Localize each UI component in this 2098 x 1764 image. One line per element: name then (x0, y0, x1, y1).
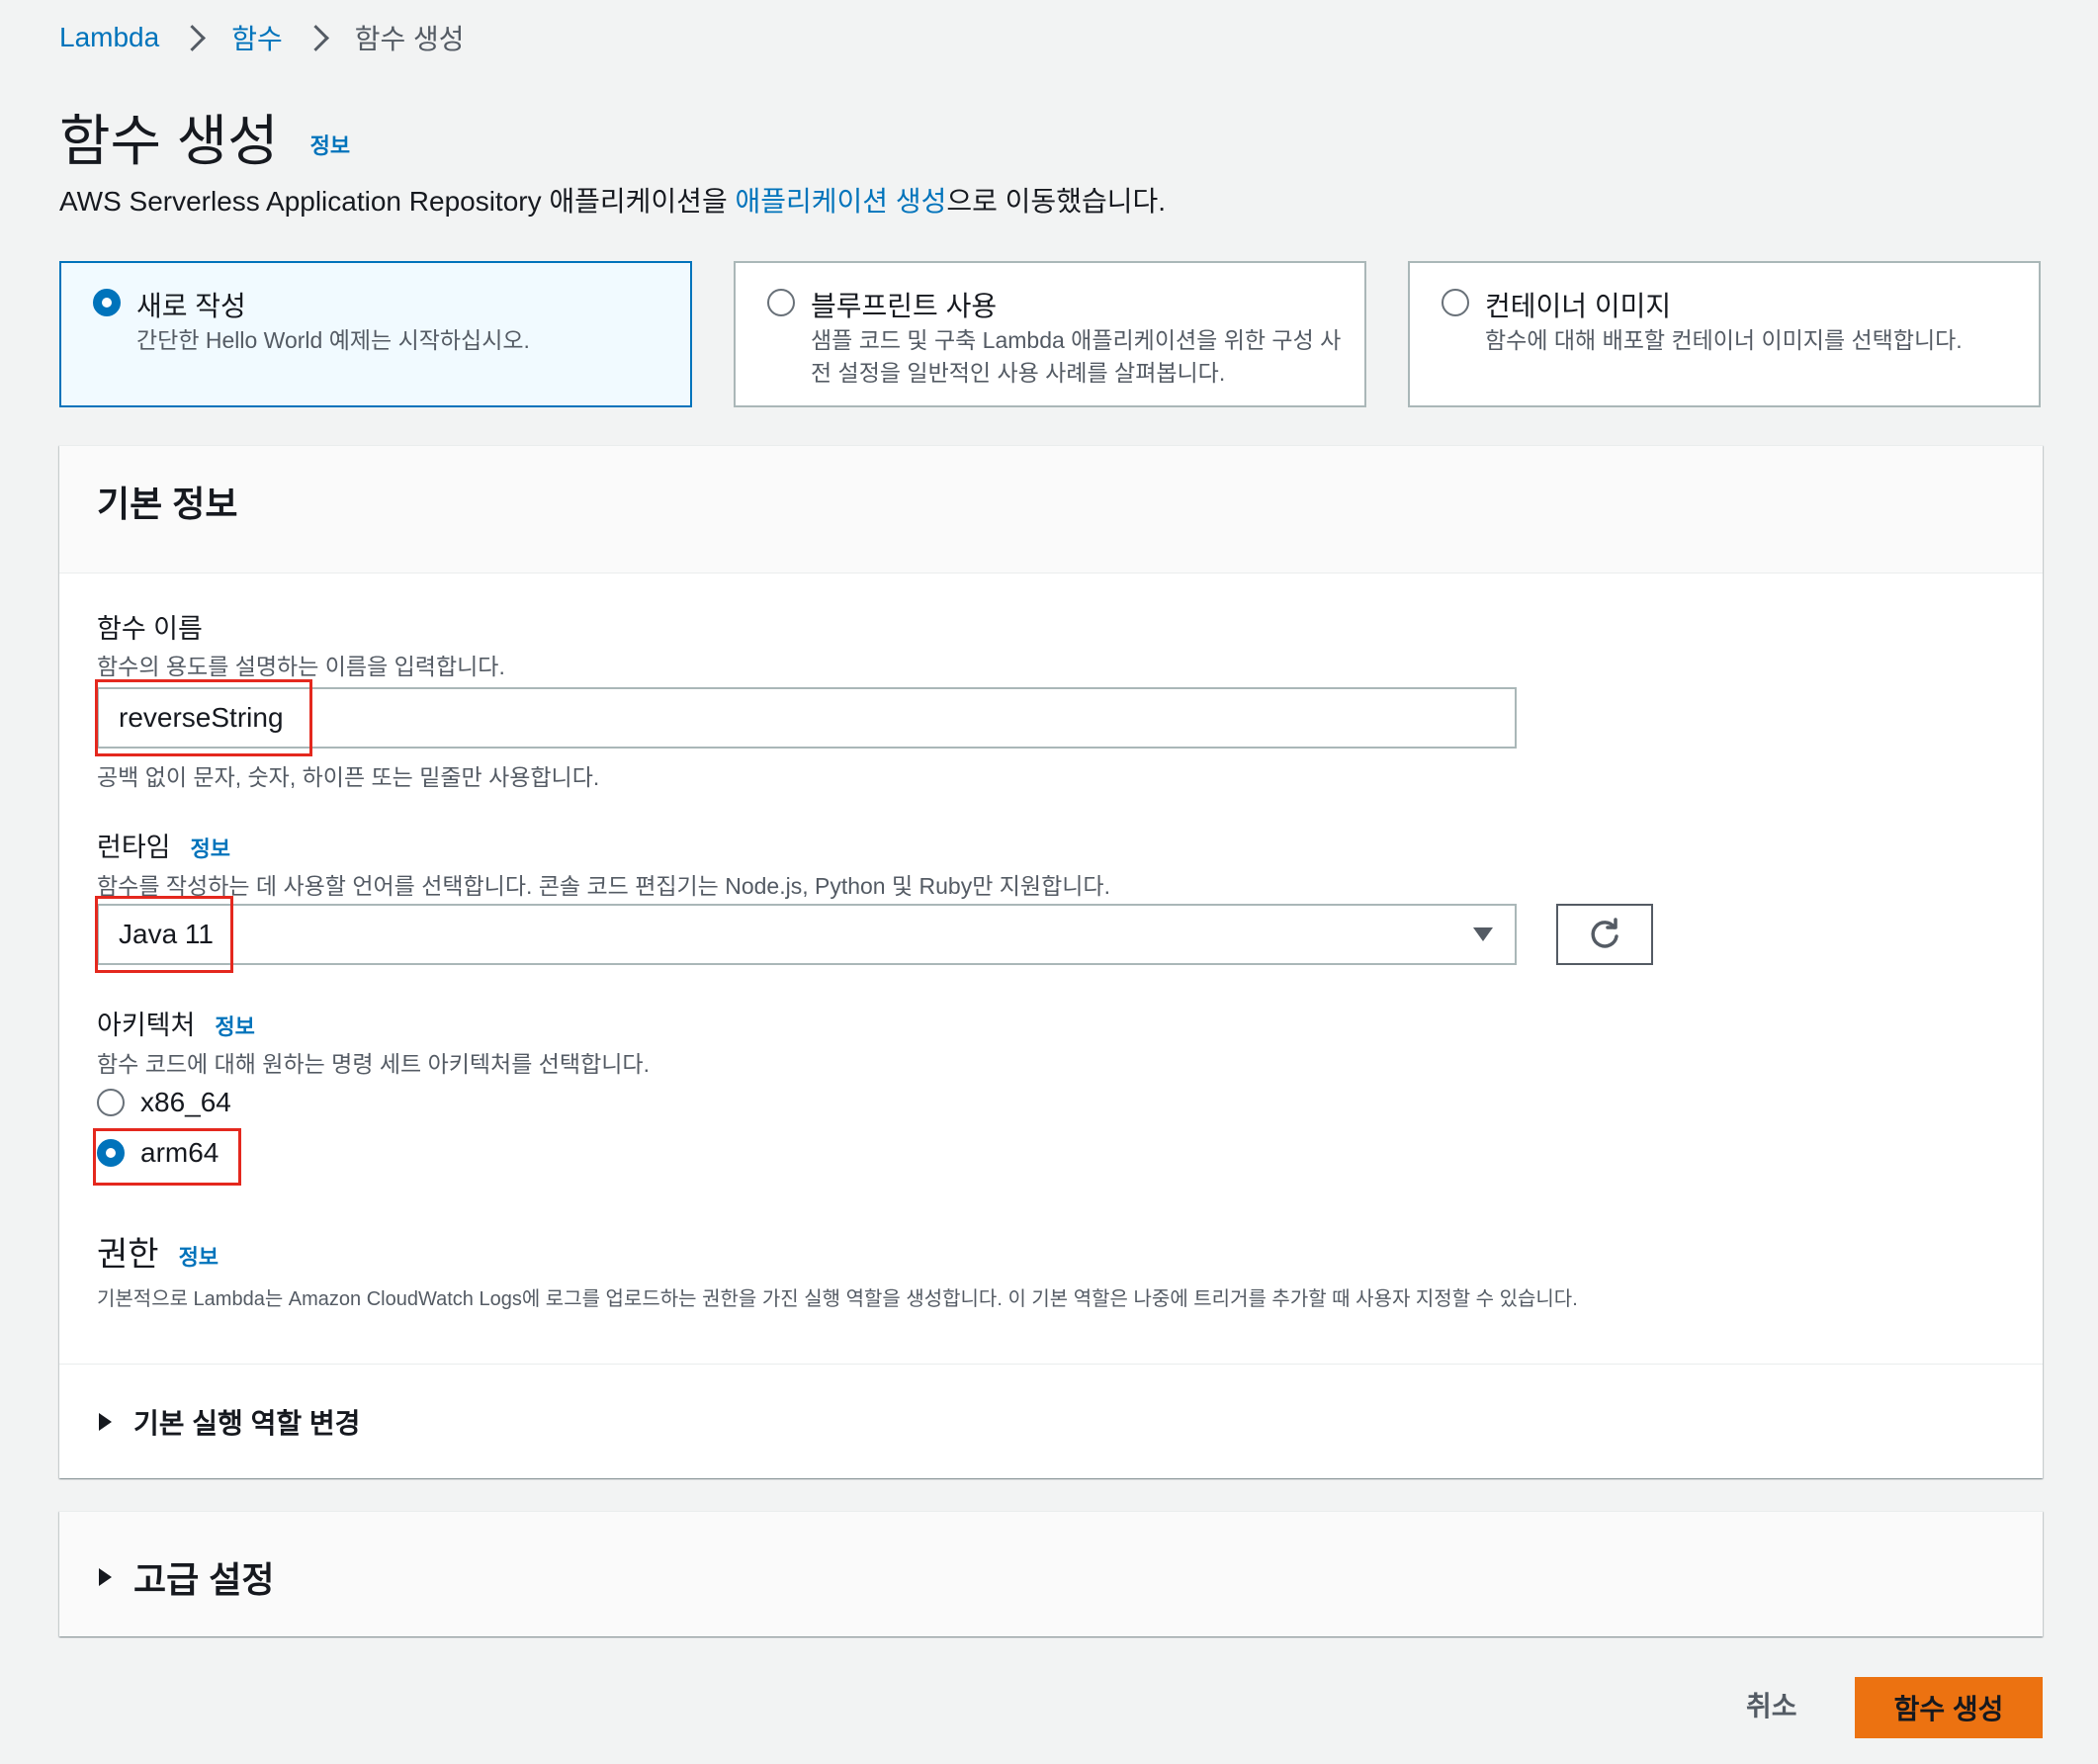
radio-unselected-icon[interactable] (1442, 289, 1469, 316)
option-title: 컨테이너 이미지 (1485, 291, 1672, 321)
advanced-settings-label: 고급 설정 (133, 1559, 275, 1600)
refresh-runtimes-button[interactable] (1556, 904, 1653, 965)
architecture-label: 아키텍처 (97, 1011, 196, 1040)
radio-unselected-icon[interactable] (97, 1089, 125, 1116)
option-description: 함수에 대해 배포할 컨테이너 이미지를 선택합니다. (1485, 327, 1963, 353)
advanced-settings-expander[interactable]: 고급 설정 (99, 1551, 274, 1603)
refresh-icon (1591, 918, 1618, 948)
basic-info-header: 기본 정보 (59, 446, 2043, 573)
create-application-link[interactable]: 애플리케이션 생성 (736, 186, 947, 217)
caret-right-icon (99, 1413, 112, 1431)
page-info-link[interactable]: 정보 (310, 129, 350, 160)
option-use-blueprint[interactable]: 블루프린트 사용 샘플 코드 및 구축 Lambda 애플리케이션을 위한 구성… (734, 261, 1366, 407)
permissions-info-link[interactable]: 정보 (179, 1240, 219, 1272)
runtime-label: 런타임 (97, 833, 171, 862)
page-header: 함수 생성 정보 (59, 97, 350, 177)
architecture-option-label: x86_64 (140, 1087, 231, 1117)
advanced-settings-panel: 고급 설정 (59, 1511, 2043, 1636)
option-description: 간단한 Hello World 예제는 시작하십시오. (136, 327, 530, 353)
architecture-option-x86[interactable]: x86_64 (97, 1087, 231, 1118)
change-default-role-label: 기본 실행 역할 변경 (133, 1408, 361, 1439)
permissions-description: 기본적으로 Lambda는 Amazon CloudWatch Logs에 로그… (97, 1288, 1578, 1310)
radio-selected-icon[interactable] (93, 289, 121, 316)
radio-unselected-icon[interactable] (767, 289, 795, 316)
change-default-role-expander[interactable]: 기본 실행 역할 변경 (99, 1402, 360, 1442)
option-author-from-scratch[interactable]: 새로 작성 간단한 Hello World 예제는 시작하십시오. (59, 261, 692, 407)
option-title: 블루프린트 사용 (811, 291, 998, 321)
architecture-description: 함수 코드에 대해 원하는 명령 세트 아키텍처를 선택합니다. (97, 1051, 650, 1077)
permissions-title-row: 권한 정보 (97, 1227, 219, 1276)
runtime-description: 함수를 작성하는 데 사용할 언어를 선택합니다. 콘솔 코드 편집기는 Nod… (97, 873, 1110, 899)
function-name-description: 함수의 용도를 설명하는 이름을 입력합니다. (97, 654, 505, 679)
breadcrumb-current: 함수 생성 (354, 24, 465, 54)
cancel-button[interactable]: 취소 (1746, 1685, 1797, 1724)
basic-info-title: 기본 정보 (97, 484, 238, 524)
runtime-label-row: 런타임 정보 (97, 826, 230, 864)
create-function-button[interactable]: 함수 생성 (1855, 1677, 2043, 1738)
highlight-box (93, 1128, 241, 1186)
permissions-title: 권한 (97, 1236, 159, 1274)
divider (59, 1364, 2043, 1365)
option-title: 새로 작성 (136, 291, 246, 321)
highlight-box (95, 896, 233, 973)
chevron-right-icon (302, 24, 329, 51)
highlight-box (95, 679, 312, 756)
page-subtitle: AWS Serverless Application Repository 애플… (59, 180, 1166, 220)
runtime-select[interactable]: Java 11 (97, 904, 1517, 965)
runtime-info-link[interactable]: 정보 (191, 832, 230, 863)
function-name-label: 함수 이름 (97, 614, 203, 644)
architecture-info-link[interactable]: 정보 (215, 1010, 254, 1041)
chevron-right-icon (179, 24, 207, 51)
option-container-image[interactable]: 컨테이너 이미지 함수에 대해 배포할 컨테이너 이미지를 선택합니다. (1408, 261, 2041, 407)
caret-down-icon (1473, 927, 1493, 941)
subtitle-suffix: 으로 이동했습니다. (946, 186, 1167, 217)
breadcrumb-functions[interactable]: 함수 (231, 18, 283, 57)
architecture-label-row: 아키텍처 정보 (97, 1004, 255, 1042)
subtitle-prefix: AWS Serverless Application Repository 애플… (59, 186, 736, 217)
basic-info-panel: 기본 정보 함수 이름 함수의 용도를 설명하는 이름을 입력합니다. reve… (59, 445, 2043, 1478)
caret-right-icon (99, 1568, 112, 1586)
breadcrumb-lambda[interactable]: Lambda (59, 22, 159, 53)
page-title: 함수 생성 (59, 110, 279, 172)
function-name-hint: 공백 없이 문자, 숫자, 하이픈 또는 밑줄만 사용합니다. (97, 764, 600, 790)
option-description: 샘플 코드 및 구축 Lambda 애플리케이션을 위한 구성 사전 설정을 일… (811, 327, 1342, 386)
breadcrumb: Lambda 함수 함수 생성 (59, 18, 465, 57)
